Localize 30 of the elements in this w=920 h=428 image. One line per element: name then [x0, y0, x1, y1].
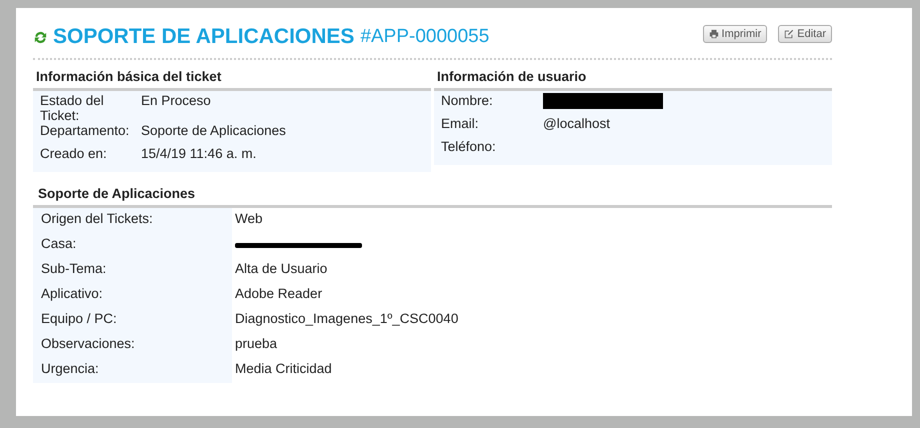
field-value: Alta de Usuario: [235, 261, 328, 276]
field-value: 15/4/19 11:46 a. m.: [141, 146, 256, 161]
field-value: prueba: [235, 336, 278, 351]
field-label: Email:: [440, 116, 480, 131]
edit-icon: [784, 29, 794, 39]
field-label: Urgencia:: [41, 361, 99, 376]
field-label: Nombre:: [440, 93, 494, 108]
field-label: Casa:: [41, 236, 76, 251]
field-value: Soporte de Aplicaciones: [141, 123, 286, 138]
field-value: Adobe Reader: [235, 286, 322, 301]
refresh-icon: [33, 30, 48, 44]
print-button[interactable]: Imprimir: [702, 25, 768, 43]
ticket-number: #APP-0000055: [360, 26, 490, 48]
field-label: Aplicativo:: [41, 286, 103, 301]
field-value: Media Criticidad: [235, 361, 332, 376]
field-value: En Proceso: [141, 93, 211, 108]
field-label: Sub-Tema:: [41, 261, 106, 276]
field-label: Equipo / PC:: [41, 311, 117, 326]
edit-button[interactable]: Editar: [778, 25, 832, 43]
page-title: SOPORTE DE APLICACIONES: [53, 25, 354, 49]
field-label: Origen del Tickets:: [41, 211, 153, 226]
field-value: Web: [235, 211, 263, 226]
field-label: Teléfono:: [440, 139, 497, 154]
field-value: Diagnostico_Imagenes_1º_CSC0040: [235, 311, 458, 326]
field-label: Departamento:: [39, 123, 130, 138]
field-label: Creado en:: [39, 146, 108, 161]
field-label: Estado del Ticket:: [39, 93, 105, 123]
field-value: @localhost: [543, 116, 610, 131]
printer-icon: [708, 29, 719, 39]
field-label: Observaciones:: [41, 336, 135, 351]
